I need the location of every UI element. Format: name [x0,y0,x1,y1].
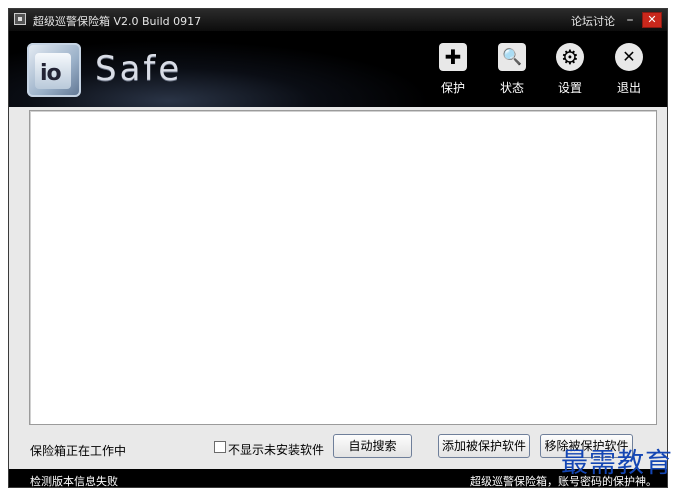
auto-search-button[interactable]: 自动搜索 [333,434,412,458]
protected-software-list[interactable] [29,110,657,425]
hide-uninstalled-checkbox[interactable] [214,441,226,453]
plus-icon: ✚ [439,43,467,71]
work-status-text: 保险箱正在工作中 [30,444,127,458]
window-title: 超级巡警保险箱 V2.0 Build 0917 [33,15,202,28]
protect-button[interactable]: ✚ 保护 [433,43,473,96]
magnifier-icon: 🔍 [498,43,526,71]
close-circle-icon: ✕ [615,43,643,71]
title-bar[interactable]: 超级巡警保险箱 V2.0 Build 0917 论坛讨论 – ✕ [9,9,667,31]
header-banner: io Safe ✚ 保护 🔍 状态 ⚙ 设置 ✕ 退出 [9,31,667,107]
forum-discussion-link[interactable]: 论坛讨论 [571,13,615,29]
gear-icon: ⚙ [556,43,584,71]
logo-text: io [40,61,62,86]
minimize-button[interactable]: – [623,13,637,27]
status-label: 状态 [499,81,524,95]
exit-button[interactable]: ✕ 退出 [609,43,649,96]
add-protected-software-button[interactable]: 添加被保护软件 [438,434,530,458]
app-window: 超级巡警保险箱 V2.0 Build 0917 论坛讨论 – ✕ io Safe… [8,8,668,488]
protect-label: 保护 [440,81,465,95]
version-check-status: 检测版本信息失败 [30,475,118,488]
safe-logo-icon: io [27,43,81,97]
hide-uninstalled-label[interactable]: 不显示未安装软件 [228,441,324,458]
watermark: 最需教育 [561,448,673,479]
settings-button[interactable]: ⚙ 设置 [550,43,590,96]
settings-label: 设置 [557,81,582,95]
close-window-button[interactable]: ✕ [642,12,662,28]
main-panel: 保险箱正在工作中 不显示未安装软件 自动搜索 添加被保护软件 移除被保护软件 检… [9,107,667,488]
app-icon[interactable] [14,13,26,25]
status-button[interactable]: 🔍 状态 [492,43,532,96]
exit-label: 退出 [616,81,641,95]
brand-name: Safe [95,49,183,89]
